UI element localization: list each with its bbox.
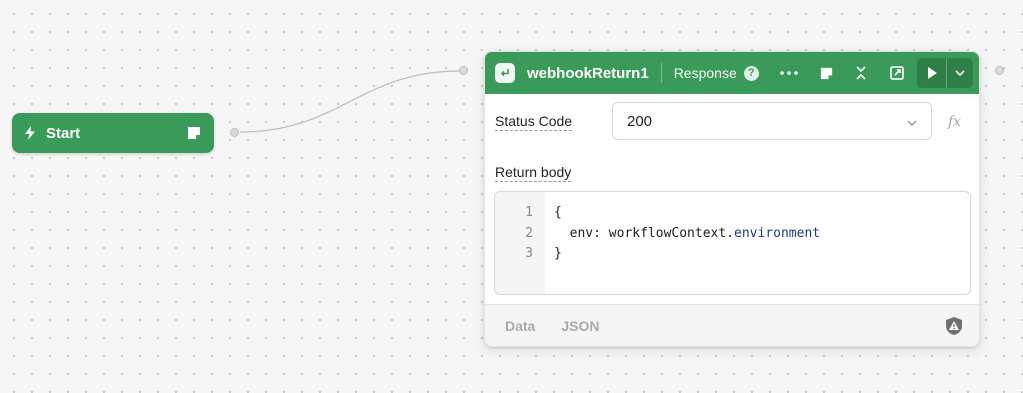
start-node-label: Start <box>46 124 81 142</box>
node-input-port[interactable] <box>459 66 468 75</box>
code-line: { <box>554 203 820 224</box>
start-output-port[interactable] <box>230 128 239 137</box>
open-external-icon[interactable] <box>887 63 907 83</box>
chevron-down-icon[interactable] <box>946 58 973 88</box>
code-line: } <box>554 244 820 265</box>
return-body-label: Return body <box>495 164 572 182</box>
code-content: { env: workflowContext.environment } <box>545 192 820 294</box>
line-number: 3 <box>525 246 533 261</box>
line-number: 2 <box>525 225 533 241</box>
code-editor[interactable]: 1 2 3 { env: workflowContext.environment… <box>494 191 971 295</box>
code-property: environment <box>734 225 821 241</box>
webhook-return-node[interactable]: webhookReturn1 Response ? Status Code 20… <box>484 51 980 347</box>
bolt-icon <box>24 126 36 140</box>
tab-data[interactable]: Data <box>505 318 535 334</box>
start-node[interactable]: Start <box>12 113 214 153</box>
chevron-down-icon <box>907 113 917 130</box>
status-code-value: 200 <box>627 112 653 130</box>
more-icon[interactable] <box>779 63 799 83</box>
help-icon[interactable]: ? <box>743 65 759 81</box>
sticky-note-icon[interactable] <box>816 63 836 83</box>
fx-toggle-icon[interactable]: fx <box>948 114 961 130</box>
collapse-icon[interactable] <box>851 63 871 83</box>
code-text: } <box>554 246 562 261</box>
code-text: { <box>554 205 562 220</box>
status-code-label: Status Code <box>495 113 573 131</box>
node-header: webhookReturn1 Response ? <box>485 52 979 94</box>
code-text: env: workflowContext. <box>554 225 735 241</box>
tab-json[interactable]: JSON <box>561 318 599 334</box>
node-title[interactable]: webhookReturn1 <box>527 65 649 82</box>
run-icon[interactable] <box>917 58 946 88</box>
node-output-port[interactable] <box>995 66 1004 75</box>
status-code-select[interactable]: 200 <box>612 102 932 140</box>
node-footer: Data JSON <box>485 304 979 346</box>
line-gutter: 1 2 3 <box>495 192 545 294</box>
warning-shield-icon[interactable] <box>945 316 963 336</box>
sticky-note-icon[interactable] <box>186 125 202 141</box>
node-subtitle: Response <box>673 65 737 81</box>
line-number: 1 <box>525 205 533 220</box>
run-button-group <box>917 58 973 88</box>
header-divider <box>660 63 662 83</box>
code-line: env: workflowContext.environment <box>554 224 820 245</box>
return-arrow-icon <box>495 63 515 83</box>
